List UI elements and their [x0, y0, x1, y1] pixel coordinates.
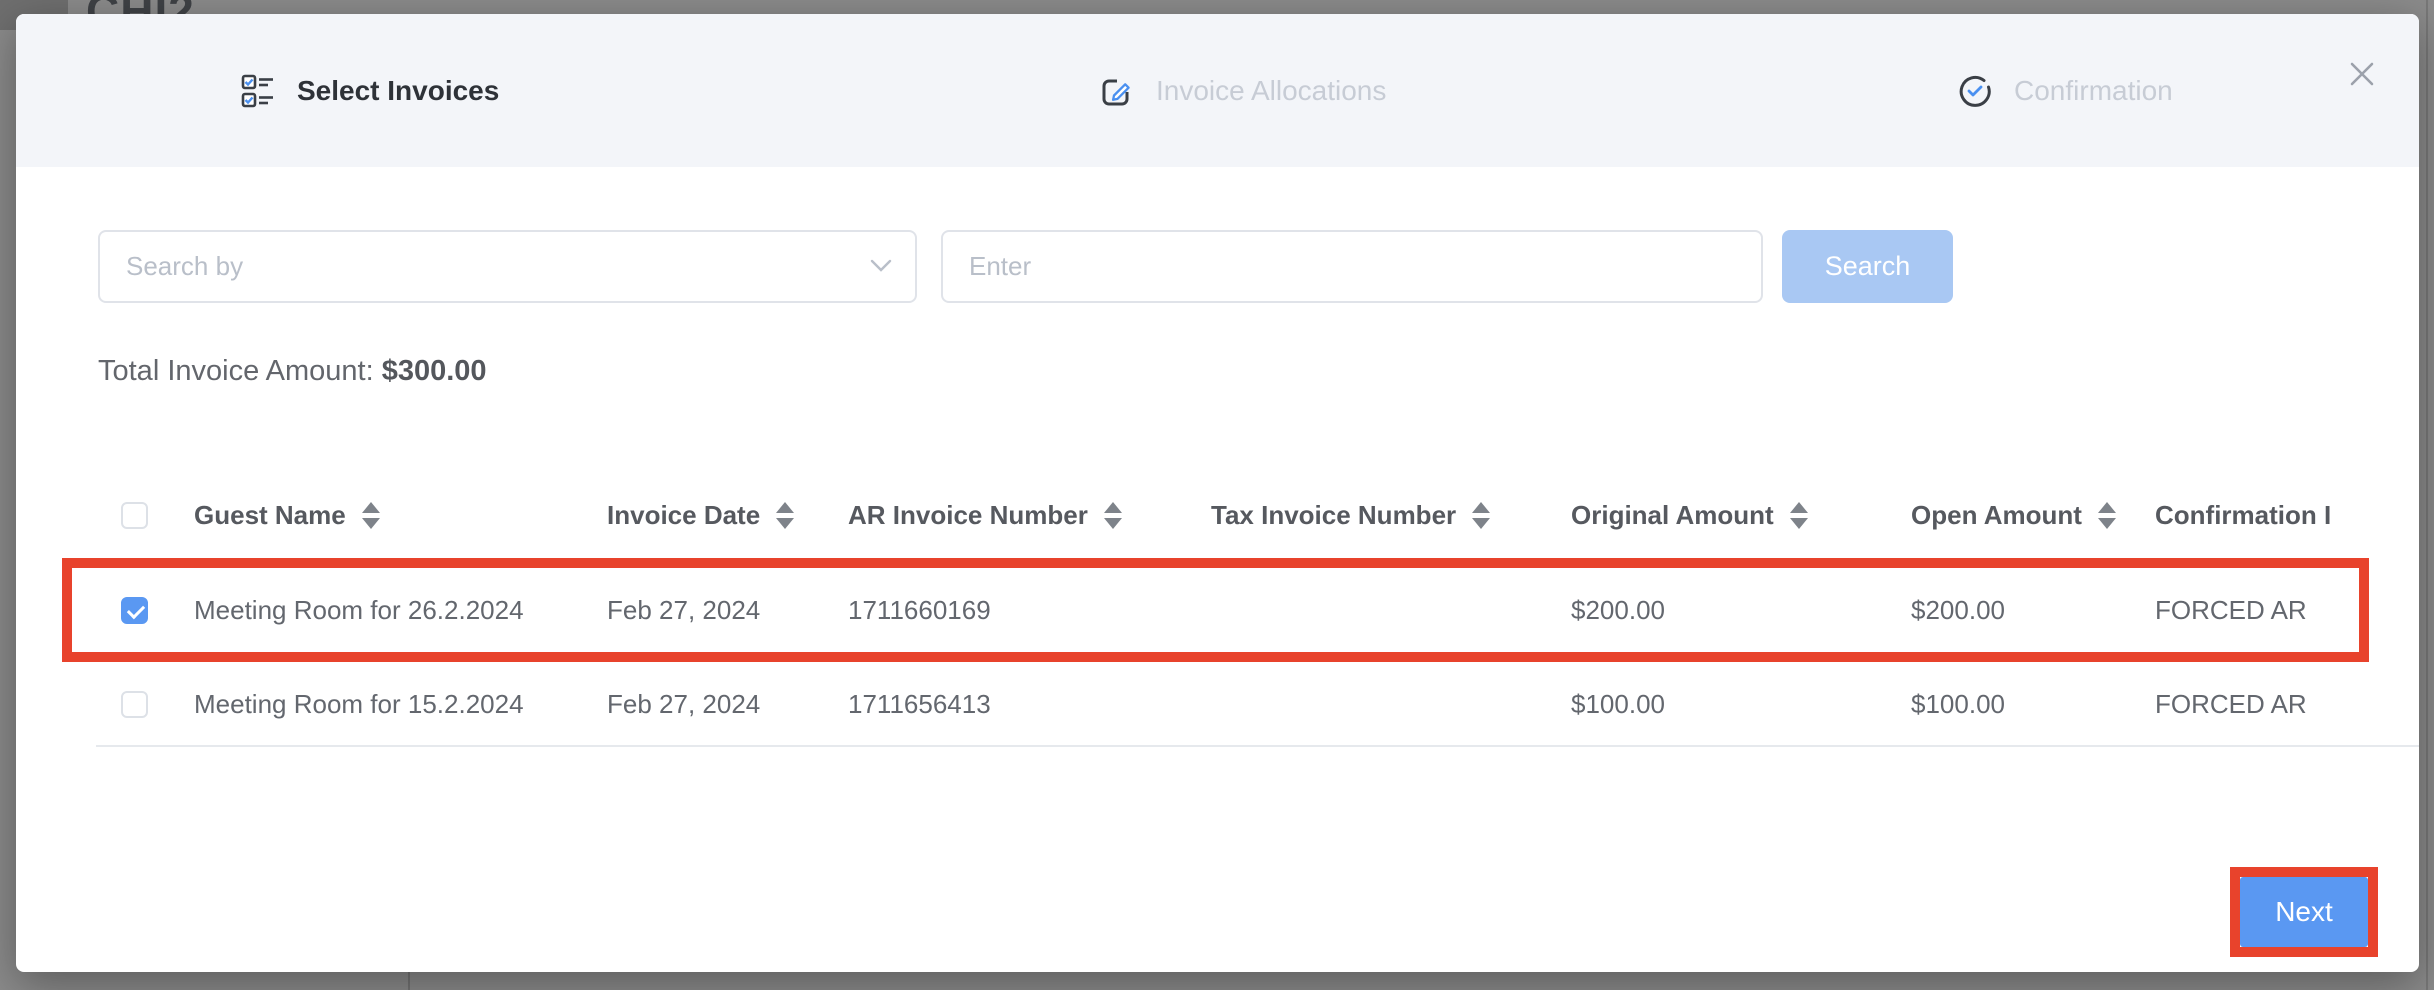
screen: { "background": { "page_text": "CHI2" },… — [0, 0, 2434, 990]
wizard-steps-bar: Select Invoices Invoice Allocations Conf… — [16, 14, 2419, 167]
column-header-confirmation-number[interactable]: Confirmation I — [2155, 472, 2331, 558]
cell-invoice-date: Feb 27, 2024 — [607, 558, 760, 662]
select-all-checkbox[interactable] — [121, 502, 148, 529]
cell-original-amount: $100.00 — [1571, 662, 1665, 747]
sort-arrows-icon — [362, 502, 380, 529]
column-header-invoice-date[interactable]: Invoice Date — [607, 472, 794, 558]
column-header-open-amount[interactable]: Open Amount — [1911, 472, 2116, 558]
column-label: AR Invoice Number — [848, 500, 1088, 531]
column-label: Original Amount — [1571, 500, 1774, 531]
edit-icon — [1100, 74, 1134, 108]
cell-ar-invoice-number: 1711656413 — [848, 662, 991, 747]
background-right-edge-line — [2426, 0, 2428, 990]
search-term-input[interactable] — [943, 232, 1761, 301]
row-checkbox[interactable] — [121, 597, 148, 624]
next-button[interactable]: Next — [2240, 877, 2368, 947]
cell-invoice-date: Feb 27, 2024 — [607, 662, 760, 747]
cell-confirmation: FORCED AR — [2155, 558, 2307, 662]
chevron-down-icon — [869, 258, 893, 274]
row-checkbox[interactable] — [121, 691, 148, 718]
step-confirmation-label: Confirmation — [2014, 75, 2173, 107]
column-label: Guest Name — [194, 500, 346, 531]
step-select-invoices-label: Select Invoices — [297, 75, 499, 107]
column-header-tax-invoice-number[interactable]: Tax Invoice Number — [1211, 472, 1490, 558]
total-invoice-amount-label: Total Invoice Amount: — [98, 355, 374, 387]
cell-guest-name: Meeting Room for 26.2.2024 — [194, 558, 524, 662]
column-header-guest-name[interactable]: Guest Name — [194, 472, 380, 558]
close-icon[interactable] — [2346, 58, 2378, 90]
step-confirmation[interactable]: Confirmation — [1958, 14, 2173, 167]
search-term-field[interactable] — [941, 230, 1763, 303]
step-invoice-allocations[interactable]: Invoice Allocations — [1100, 14, 1386, 167]
search-by-value[interactable] — [100, 232, 915, 301]
column-label: Invoice Date — [607, 500, 760, 531]
next-button-annotation: Next — [2230, 867, 2378, 957]
total-invoice-amount: Total Invoice Amount: $300.00 — [98, 355, 487, 388]
column-header-ar-invoice-number[interactable]: AR Invoice Number — [848, 472, 1122, 558]
cell-ar-invoice-number: 1711660169 — [848, 558, 991, 662]
column-header-original-amount[interactable]: Original Amount — [1571, 472, 1808, 558]
cell-confirmation: FORCED AR — [2155, 662, 2307, 747]
column-label: Confirmation I — [2155, 500, 2331, 531]
total-invoice-amount-value: $300.00 — [382, 355, 487, 387]
table-row[interactable]: Meeting Room for 26.2.2024 Feb 27, 2024 … — [16, 558, 2419, 662]
cell-guest-name: Meeting Room for 15.2.2024 — [194, 662, 524, 747]
checklist-icon — [241, 74, 275, 108]
circle-check-icon — [1958, 74, 1992, 108]
column-label: Tax Invoice Number — [1211, 500, 1456, 531]
sort-arrows-icon — [776, 502, 794, 529]
cell-open-amount: $100.00 — [1911, 662, 2005, 747]
search-button[interactable]: Search — [1782, 230, 1953, 303]
select-invoices-modal: Select Invoices Invoice Allocations Conf… — [16, 14, 2419, 972]
step-select-invoices[interactable]: Select Invoices — [241, 14, 499, 167]
sort-arrows-icon — [1472, 502, 1490, 529]
sort-arrows-icon — [1104, 502, 1122, 529]
table-row[interactable]: Meeting Room for 15.2.2024 Feb 27, 2024 … — [16, 662, 2419, 747]
sort-arrows-icon — [1790, 502, 1808, 529]
cell-open-amount: $200.00 — [1911, 558, 2005, 662]
search-by-select[interactable] — [98, 230, 917, 303]
row-divider — [96, 745, 2419, 747]
invoice-table-header: Guest Name Invoice Date AR Invoice Numbe… — [16, 472, 2419, 558]
sort-arrows-icon — [2098, 502, 2116, 529]
step-invoice-allocations-label: Invoice Allocations — [1156, 75, 1386, 107]
column-label: Open Amount — [1911, 500, 2082, 531]
cell-original-amount: $200.00 — [1571, 558, 1665, 662]
